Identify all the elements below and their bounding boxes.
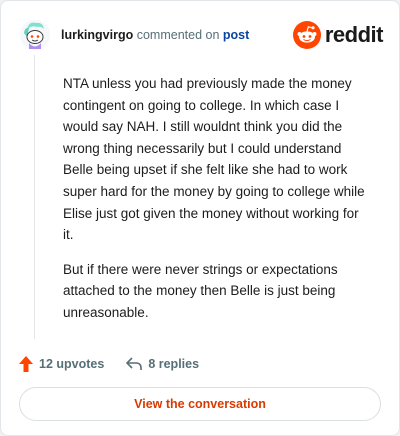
replies-button[interactable]: 8 replies <box>126 357 199 371</box>
comment-body: NTA unless you had previously made the m… <box>63 73 369 337</box>
post-link[interactable]: post <box>223 28 249 42</box>
reddit-wordmark: reddit <box>324 22 384 47</box>
comment-actions: 12 upvotes 8 replies <box>19 355 221 373</box>
reddit-brand[interactable]: reddit <box>292 21 384 49</box>
upvote-button[interactable]: 12 upvotes <box>19 356 104 372</box>
reddit-logo-icon <box>292 21 321 49</box>
comment-header: lurkingvirgo commented on post <box>19 19 249 51</box>
comment-action-text: commented on <box>136 28 220 42</box>
comment-paragraph: NTA unless you had previously made the m… <box>63 76 365 243</box>
comment-paragraph: But if there were never strings or expec… <box>63 261 338 320</box>
view-conversation-button[interactable]: View the conversation <box>19 387 381 421</box>
reply-arrow-icon <box>126 357 143 370</box>
reply-count: 8 replies <box>148 357 200 371</box>
thread-line <box>34 55 35 339</box>
upvote-count: 12 upvotes <box>39 357 105 371</box>
snoo-avatar-icon[interactable] <box>19 19 51 51</box>
embedded-comment-card: lurkingvirgo commented on post reddit NT… <box>0 0 400 436</box>
comment-author[interactable]: lurkingvirgo <box>61 28 133 42</box>
upvote-arrow-icon <box>19 356 33 372</box>
comment-meta: lurkingvirgo commented on post <box>61 28 249 42</box>
